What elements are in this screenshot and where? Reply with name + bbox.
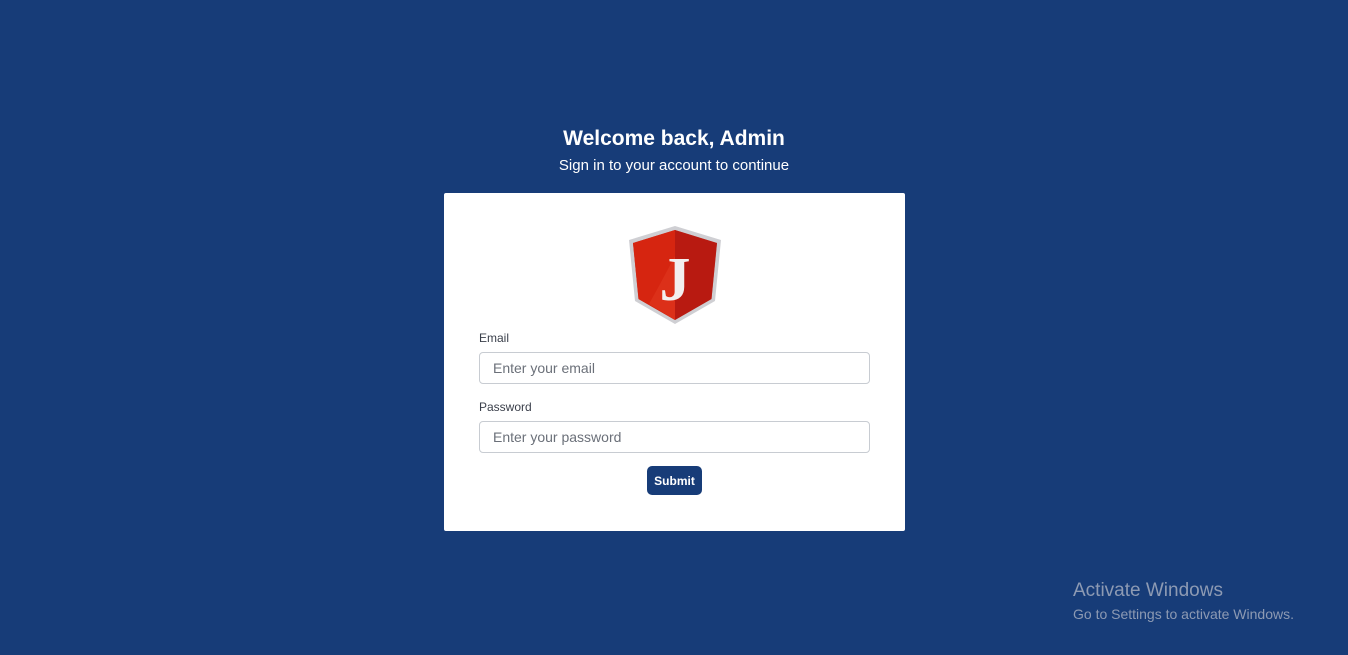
j-shield-logo-icon: J [629,226,721,324]
logo-letter: J [660,246,691,314]
submit-button[interactable]: Submit [647,466,702,495]
watermark-subtitle: Go to Settings to activate Windows. [1073,606,1294,622]
watermark-title: Activate Windows [1073,580,1223,601]
login-page: Welcome back, Admin Sign in to your acco… [0,0,1348,655]
email-field[interactable] [479,352,870,384]
password-label: Password [479,400,532,414]
page-title: Welcome back, Admin [563,127,785,150]
password-field[interactable] [479,421,870,453]
email-label: Email [479,331,510,345]
login-heading: Welcome back, Admin Sign in to your acco… [0,125,1348,176]
activate-windows-watermark: Activate Windows Go to Settings to activ… [1073,580,1294,624]
login-card: J Email Password Submit [444,193,905,531]
page-subtitle: Sign in to your account to continue [558,157,790,174]
